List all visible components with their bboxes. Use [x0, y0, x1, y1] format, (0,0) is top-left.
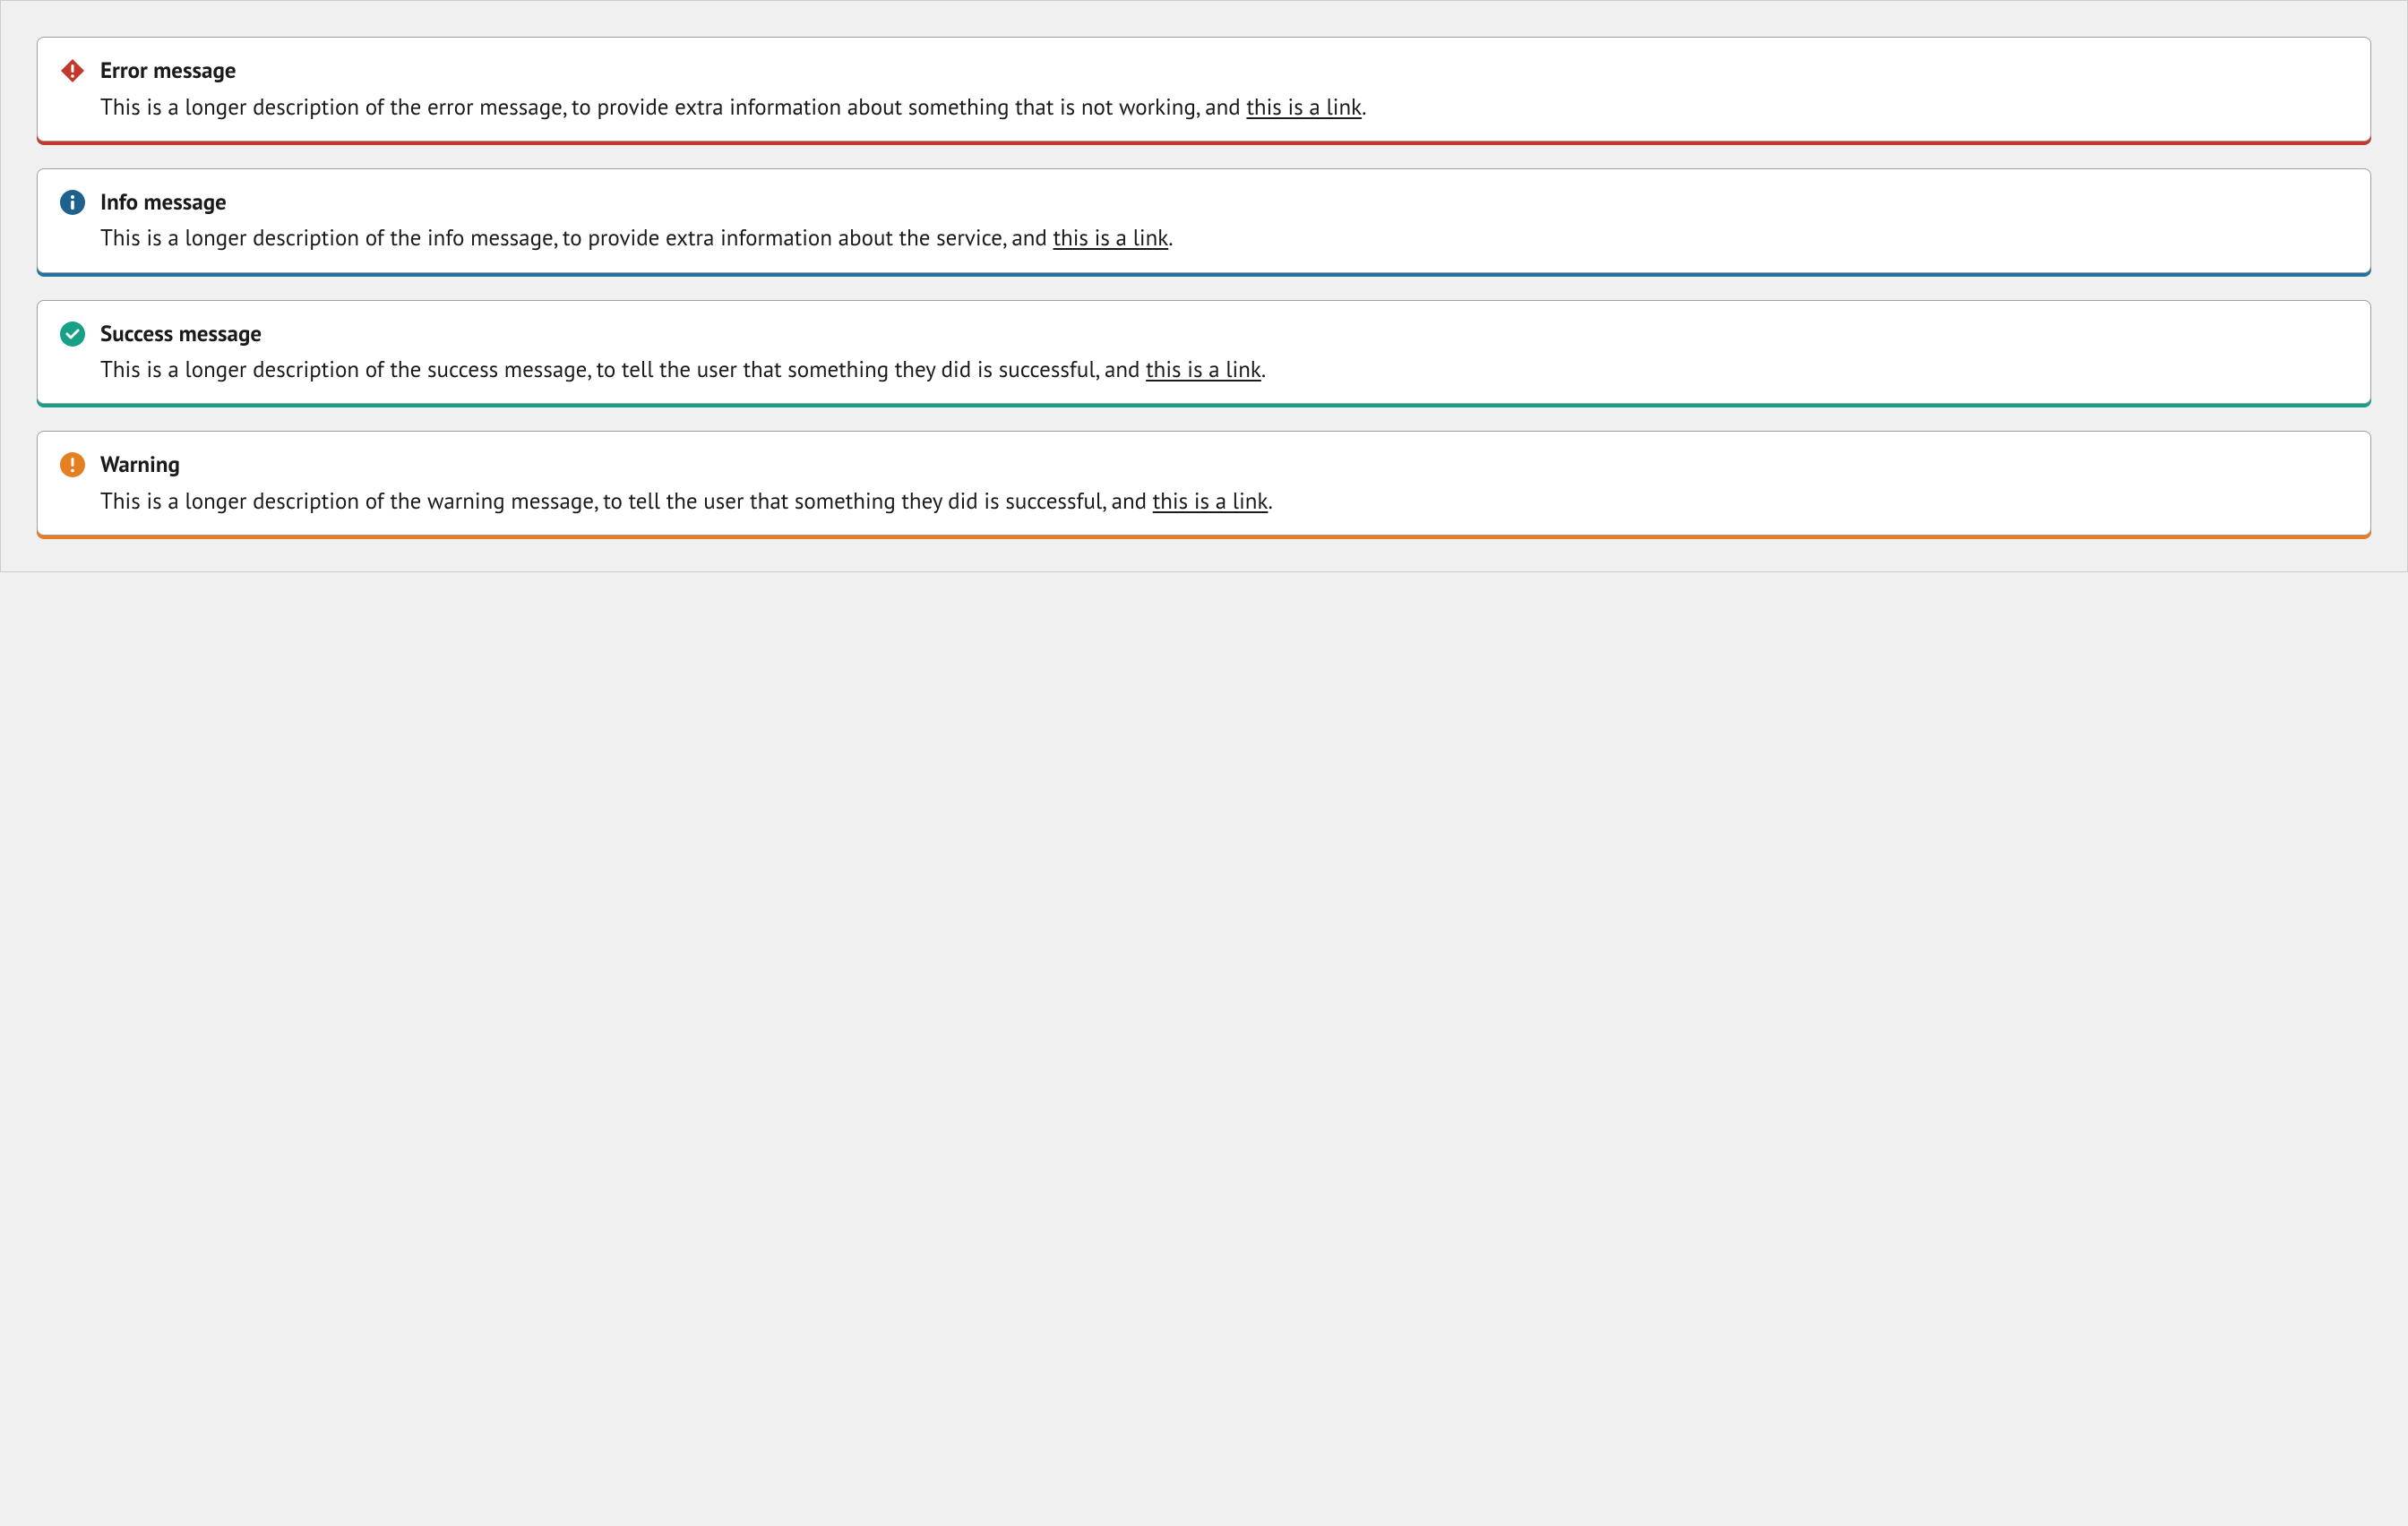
info-icon — [59, 189, 86, 216]
alert-success-text-before: This is a longer description of the succ… — [100, 355, 1146, 383]
alert-warning-text-after: . — [1268, 486, 1272, 515]
warning-icon — [59, 451, 86, 478]
alert-info-text-after: . — [1168, 223, 1173, 252]
alert-info: Info message This is a longer descriptio… — [37, 168, 2371, 273]
alert-error-text-after: . — [1362, 92, 1366, 121]
alert-info-link[interactable]: this is a link — [1054, 223, 1169, 252]
alert-success-description: This is a longer description of the succ… — [100, 353, 2349, 385]
alert-warning-description: This is a longer description of the warn… — [100, 484, 2349, 517]
alert-error-link[interactable]: this is a link — [1246, 92, 1362, 121]
alert-warning-link[interactable]: this is a link — [1153, 486, 1268, 515]
alert-info-description: This is a longer description of the info… — [100, 221, 2349, 253]
alert-error: Error message This is a longer descripti… — [37, 37, 2371, 141]
alert-success: Success message This is a longer descrip… — [37, 300, 2371, 405]
alert-warning-heading: Warning — [100, 450, 2349, 479]
alert-success-link[interactable]: this is a link — [1146, 355, 1261, 383]
alert-success-heading: Success message — [100, 319, 2349, 348]
alert-success-content: Success message This is a longer descrip… — [100, 319, 2349, 386]
alerts-container: Error message This is a longer descripti… — [37, 37, 2371, 536]
alert-success-text-after: . — [1261, 355, 1266, 383]
alert-error-description: This is a longer description of the erro… — [100, 90, 2349, 123]
alert-warning: Warning This is a longer description of … — [37, 431, 2371, 536]
alert-error-text-before: This is a longer description of the erro… — [100, 92, 1246, 121]
alert-warning-content: Warning This is a longer description of … — [100, 450, 2349, 517]
alert-info-content: Info message This is a longer descriptio… — [100, 187, 2349, 254]
alert-error-content: Error message This is a longer descripti… — [100, 56, 2349, 123]
alert-info-heading: Info message — [100, 187, 2349, 217]
alert-info-text-before: This is a longer description of the info… — [100, 223, 1054, 252]
alert-error-heading: Error message — [100, 56, 2349, 85]
alert-warning-text-before: This is a longer description of the warn… — [100, 486, 1153, 515]
error-icon — [59, 57, 86, 84]
success-icon — [59, 321, 86, 347]
